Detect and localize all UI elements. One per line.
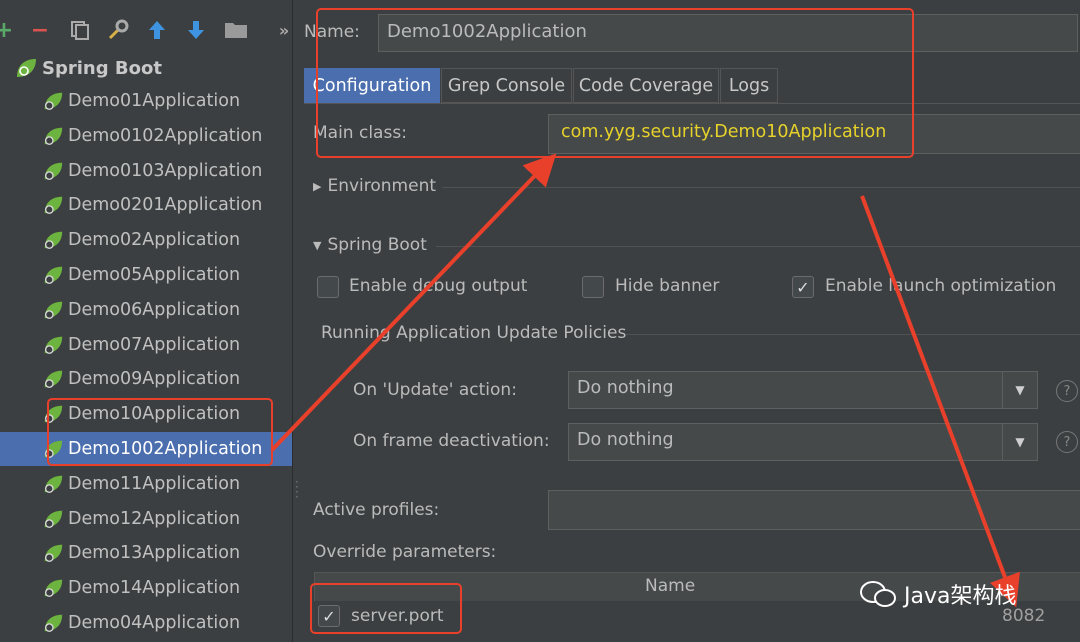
- param-value-cell: 8082: [1002, 606, 1046, 626]
- annotation-arrows: [270, 153, 1020, 608]
- watermark: Java架构栈: [858, 578, 1016, 610]
- arrow-to-main-class: [270, 153, 557, 452]
- wechat-icon: [860, 581, 896, 607]
- arrow-to-port-value: [860, 195, 1020, 608]
- watermark-text: Java架构栈: [904, 584, 1017, 609]
